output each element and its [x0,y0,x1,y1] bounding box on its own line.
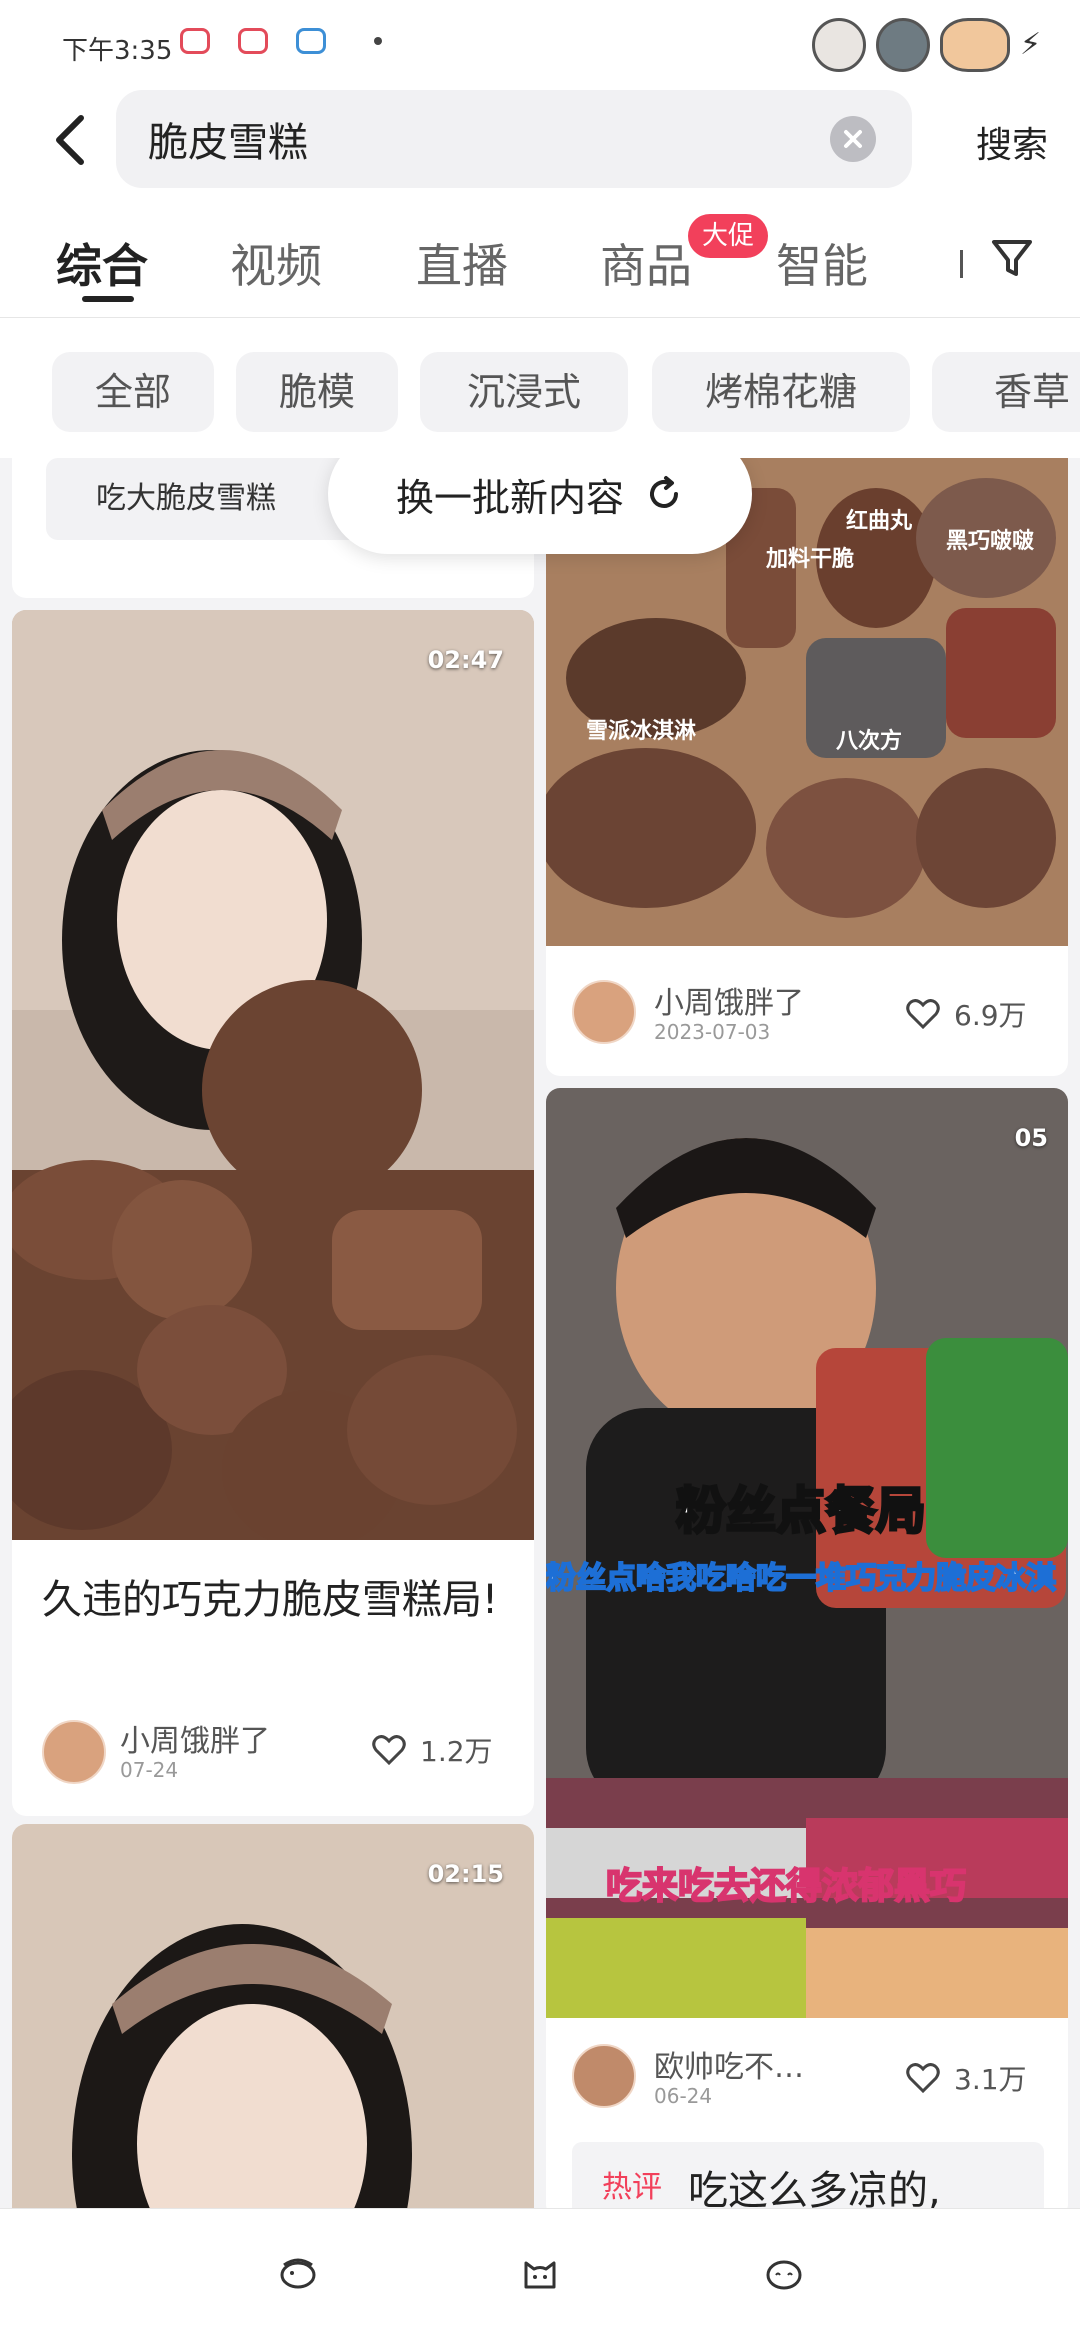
notification-app-icon [238,28,268,54]
refresh-label: 换一批新内容 [395,475,624,520]
status-right-icons: ⚡ [812,18,1042,72]
active-tab-indicator [82,296,134,302]
refresh-icon [650,476,678,508]
video-duration: 05 [1014,1124,1048,1152]
search-input[interactable] [148,116,748,162]
status-notification-icons [180,28,382,54]
chip-crisp-mold[interactable]: 脆模 [236,352,398,432]
tab-video[interactable]: 视频 [230,230,322,296]
tab-overall[interactable]: 综合 [56,230,148,296]
post-date: 07-24 [120,1758,179,1782]
like-count: 1.2万 [420,1735,493,1768]
heart-icon [906,2063,940,2093]
mascot-duck-icon[interactable] [278,2255,318,2291]
sticker-fish-icon [940,18,1010,72]
result-feed: 吃大脆皮雪糕 02:47 久违的巧克力脆皮雪糕局! 小周饿胖了 07-24 1.… [0,458,1080,2208]
tab-smart[interactable]: 智能 [776,230,868,296]
status-time: 下午3:35 [62,36,173,66]
sticker-cat-icon [876,18,930,72]
post-date: 06-24 [654,2084,713,2108]
author-avatar[interactable] [572,2044,636,2108]
like-button[interactable]: 3.1万 [906,2058,1027,2098]
like-button[interactable]: 6.9万 [906,994,1027,1034]
result-card[interactable]: 粉丝点餐局 粉丝点啥我吃啥吃一堆巧克力脆皮冰淇 吃来吃去还得浓郁黑巧 05 欧帅… [546,1088,1068,2208]
chip-marshmallow[interactable]: 烤棉花糖 [652,352,910,432]
author-avatar[interactable] [572,980,636,1044]
chip-vanilla[interactable]: 香草 [932,352,1080,432]
chip-all[interactable]: 全部 [52,352,214,432]
video-thumbnail: 粉丝点餐局 粉丝点啥我吃啥吃一堆巧克力脆皮冰淇 吃来吃去还得浓郁黑巧 [546,1088,1068,2018]
overlay-label: 八次方 [836,728,902,754]
overlay-label: 黑巧啵啵 [946,529,1035,554]
author-name[interactable]: 欧帅吃不… [654,2042,804,2086]
card-title: 久违的巧克力脆皮雪糕局! [42,1577,499,1623]
overlay-subtitle: 粉丝点啥我吃啥吃一堆巧克力脆皮冰淇 [546,1561,1056,1596]
back-button[interactable] [40,110,100,170]
post-date: 2023-07-03 [654,1020,771,1044]
like-count: 6.9万 [954,999,1027,1032]
mascot-cat-icon[interactable] [520,2255,560,2291]
clear-search-button[interactable] [830,116,876,162]
charging-bolt-icon: ⚡ [1020,27,1042,62]
sticker-cat-icon [812,18,866,72]
search-submit-button[interactable]: 搜索 [976,116,1048,168]
hot-comment-tag: 热评 [602,2170,662,2205]
heart-icon [906,999,940,1029]
like-button[interactable]: 1.2万 [372,1730,493,1770]
more-notifications-dot-icon [374,37,382,45]
video-duration: 02:47 [427,646,504,674]
overlay-title: 粉丝点餐局 [676,1482,926,1540]
overlay-caption: 吃来吃去还得浓郁黑巧 [606,1866,966,1907]
tab-live[interactable]: 直播 [416,230,508,296]
tab-divider [960,250,963,278]
filter-icon[interactable] [990,236,1034,280]
bottom-nav-bar [0,2208,1080,2340]
close-icon [844,130,862,148]
author-name[interactable]: 小周饿胖了 [120,1716,270,1760]
result-tabs: 综合 视频 直播 商品 智能 大促 [0,200,1080,318]
search-box[interactable] [116,90,912,188]
search-header: 搜索 [0,90,1080,200]
promo-badge: 大促 [688,214,769,258]
result-card[interactable]: 02:47 久违的巧克力脆皮雪糕局! 小周饿胖了 07-24 1.2万 [12,610,534,1816]
video-thumbnail [12,610,534,1540]
author-name[interactable]: 小周饿胖了 [654,978,804,1022]
author-avatar[interactable] [42,1720,106,1784]
mascot-face-icon[interactable] [764,2255,804,2291]
chip-immersive[interactable]: 沉浸式 [420,352,628,432]
like-count: 3.1万 [954,2063,1027,2096]
overlay-label: 雪派冰淇淋 [586,718,696,744]
result-card[interactable]: 02:15 [12,1824,534,2208]
chevron-left-icon [56,115,84,165]
heart-icon [372,1735,406,1765]
notification-app-icon [180,28,210,54]
refresh-content-button[interactable]: 换一批新内容 [328,458,752,554]
video-duration: 02:15 [427,1860,504,1888]
overlay-label: 加料干脆 [765,546,854,572]
tab-goods[interactable]: 商品 [600,230,692,296]
filter-chips: 全部 脆模 沉浸式 烤棉花糖 香草 [0,318,1080,458]
overlay-label: 红曲丸 [846,508,913,534]
notification-app-icon [296,28,326,54]
status-bar: 下午3:35 ⚡ [0,0,1080,90]
